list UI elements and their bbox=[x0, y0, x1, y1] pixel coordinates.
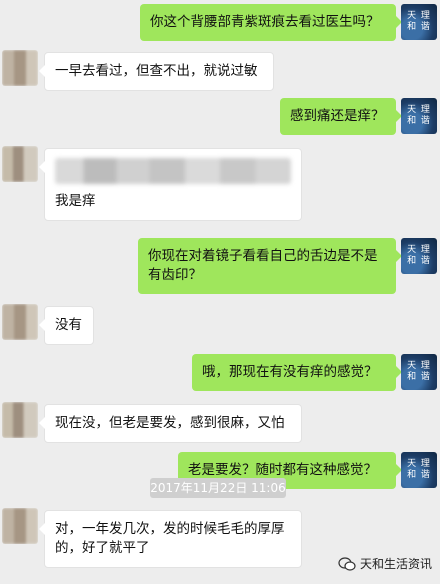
sent-message[interactable]: 你这个背腰部青紫斑痕去看过医生吗？ bbox=[140, 4, 402, 41]
doctor-avatar[interactable]: 天 理和 谐 bbox=[401, 354, 437, 390]
received-message[interactable]: 一早去看过，但查不出，就说过敏 bbox=[39, 52, 274, 91]
chat-area: 你这个背腰部青紫斑痕去看过医生吗？ 天 理和 谐 一早去看过，但查不出，就说过敏… bbox=[0, 0, 440, 584]
message-text: 我是痒 bbox=[55, 193, 96, 209]
logo-icon: 天 理和 谐 bbox=[401, 4, 437, 40]
logo-icon: 天 理和 谐 bbox=[401, 354, 437, 390]
received-message[interactable]: 对，一年发几次，发的时候毛毛的厚厚的，好了就平了 bbox=[39, 510, 302, 568]
patient-avatar[interactable] bbox=[2, 50, 38, 86]
logo-icon: 天 理和 谐 bbox=[401, 238, 437, 274]
logo-icon: 天 理和 谐 bbox=[401, 98, 437, 134]
sent-message[interactable]: 哦，那现在有没有痒的感觉？ bbox=[192, 354, 402, 391]
received-message[interactable]: 现在没，但老是要发，感到很麻，又怕 bbox=[39, 404, 302, 443]
watermark: 天和生活资讯 bbox=[338, 555, 432, 572]
doctor-avatar[interactable]: 天 理和 谐 bbox=[401, 4, 437, 40]
redacted-content bbox=[55, 158, 291, 184]
wechat-icon bbox=[338, 556, 356, 571]
sent-message[interactable]: 你现在对着镜子看看自己的舌边是不是有齿印？ bbox=[138, 238, 402, 294]
patient-avatar[interactable] bbox=[2, 146, 38, 182]
logo-icon: 天 理和 谐 bbox=[401, 452, 437, 488]
sent-message[interactable]: 感到痛还是痒？ bbox=[280, 98, 402, 135]
received-message[interactable]: 我是痒 bbox=[39, 148, 302, 221]
doctor-avatar[interactable]: 天 理和 谐 bbox=[401, 452, 437, 488]
watermark-text: 天和生活资讯 bbox=[359, 557, 432, 571]
patient-avatar[interactable] bbox=[2, 402, 38, 438]
timestamp: 2017年11月22日 11:06 bbox=[150, 478, 286, 498]
doctor-avatar[interactable]: 天 理和 谐 bbox=[401, 98, 437, 134]
patient-avatar[interactable] bbox=[2, 508, 38, 544]
patient-avatar[interactable] bbox=[2, 304, 38, 340]
doctor-avatar[interactable]: 天 理和 谐 bbox=[401, 238, 437, 274]
received-message[interactable]: 没有 bbox=[39, 306, 94, 345]
